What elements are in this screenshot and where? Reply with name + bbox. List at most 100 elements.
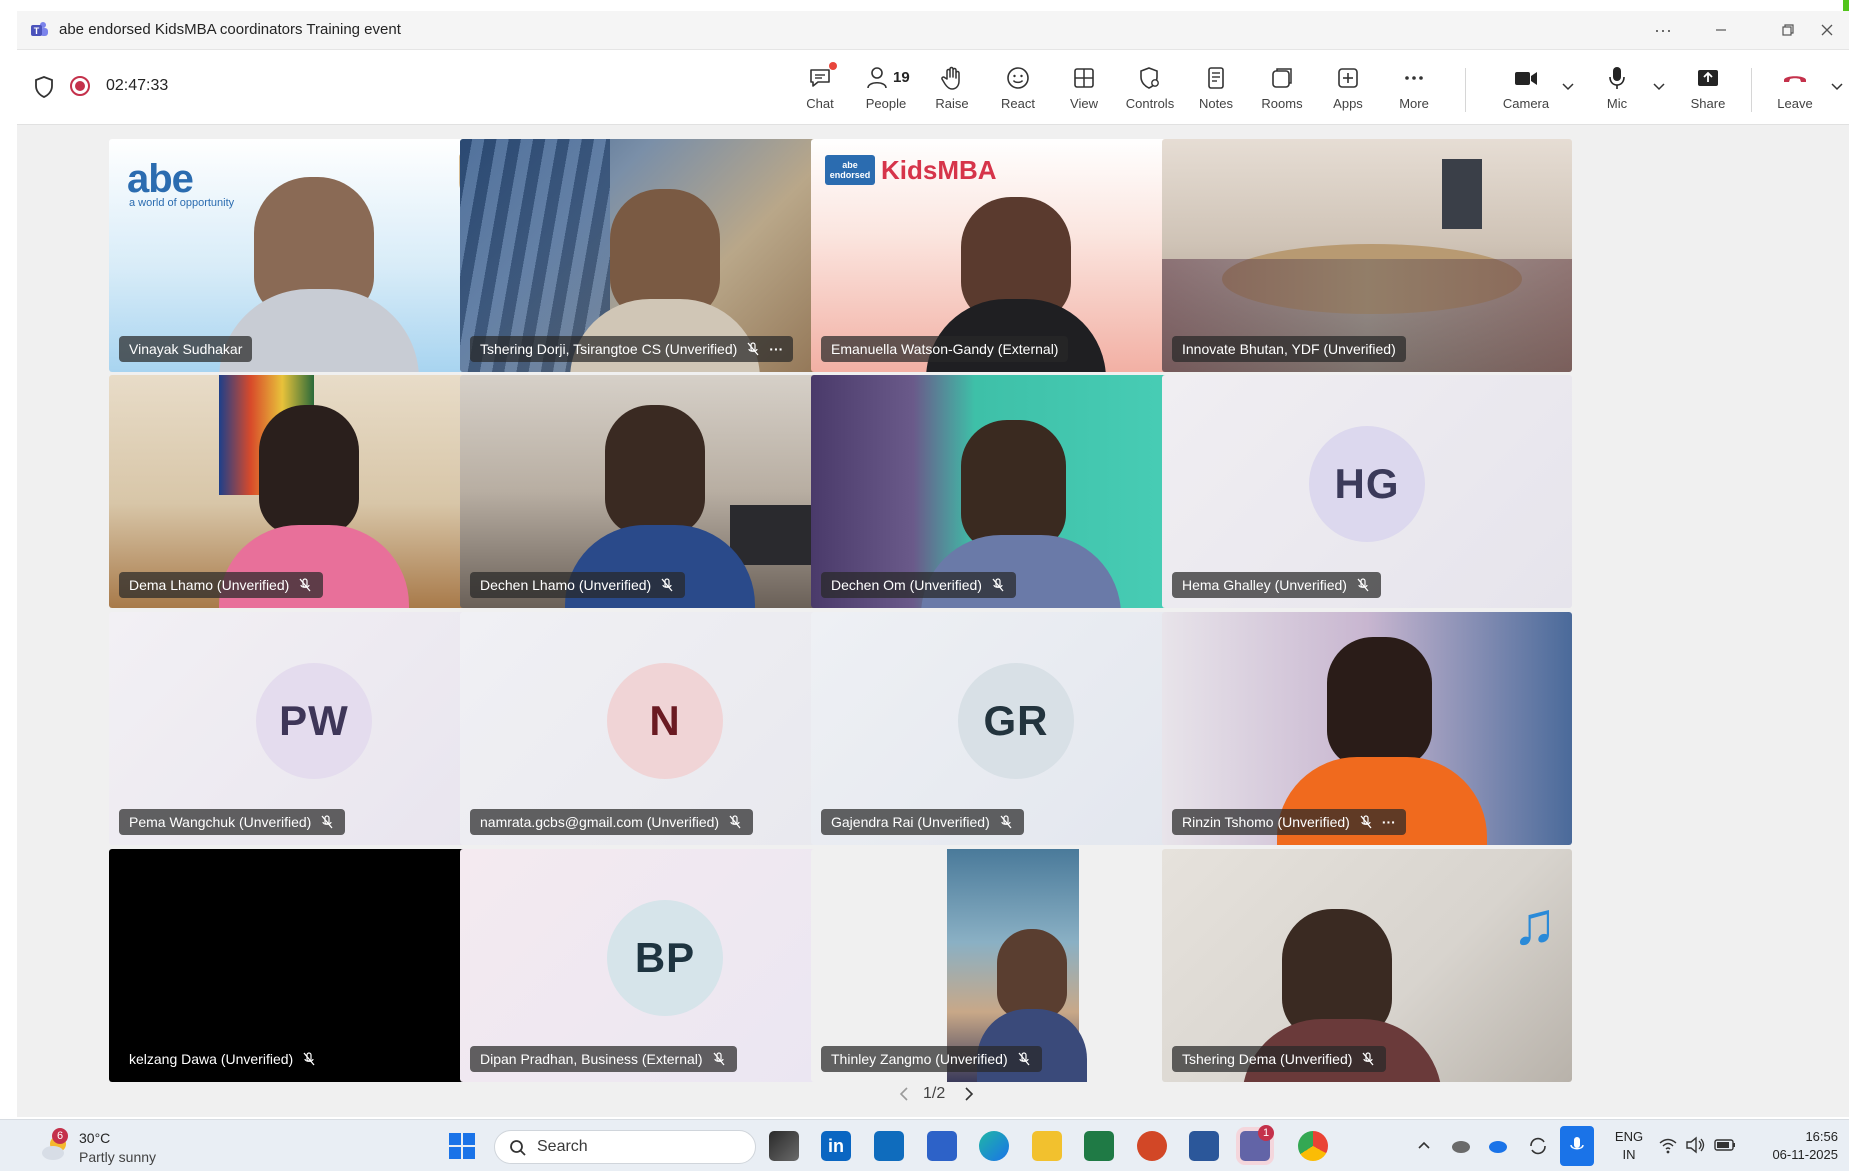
participant-tile[interactable]: Rinzin Tshomo (Unverified) ··· [1162, 612, 1572, 845]
edge-browser-icon[interactable] [979, 1131, 1009, 1161]
participant-tile[interactable]: Dechen Lhamo (Unverified) [460, 375, 870, 608]
onedrive-icon[interactable] [1487, 1136, 1509, 1154]
hand-icon [941, 66, 960, 90]
abe-tagline: a world of opportunity [129, 197, 235, 209]
close-button[interactable] [1805, 16, 1849, 44]
tile-more-icon[interactable]: ··· [1382, 814, 1396, 830]
participant-tile[interactable]: Innovate Bhutan, YDF (Unverified) [1162, 139, 1572, 372]
excel-icon[interactable] [1084, 1131, 1114, 1161]
chrome-browser-icon[interactable] [1298, 1131, 1328, 1161]
previous-page-chevron-icon[interactable] [897, 1086, 911, 1102]
mic-muted-icon [747, 342, 759, 356]
show-hidden-icons-chevron-icon[interactable] [1416, 1138, 1432, 1152]
outlook-icon[interactable] [874, 1131, 904, 1161]
share-button[interactable]: Share [1677, 60, 1739, 118]
toolbar-separator [1751, 68, 1752, 112]
cloud-icon[interactable] [1450, 1136, 1472, 1154]
participant-name-label: Tshering Dorji, Tsirangtoe CS (Unverifie… [470, 336, 794, 362]
restore-button[interactable] [1766, 16, 1810, 44]
sync-icon[interactable] [1527, 1135, 1549, 1157]
participant-tile[interactable]: abe endorsed KidsMBA Emanuella Watson-Ga… [811, 139, 1221, 372]
person-silhouette [961, 420, 1066, 550]
task-view-icon[interactable] [769, 1131, 799, 1161]
mic-muted-icon [713, 1052, 725, 1066]
tile-more-icon[interactable]: ··· [769, 341, 783, 357]
language-indicator-bottom[interactable]: IN [1610, 1147, 1648, 1162]
apps-button[interactable]: Apps [1317, 60, 1379, 118]
notes-button[interactable]: Notes [1185, 60, 1247, 118]
participant-tile[interactable]: HG Hema Ghalley (Unverified) [1162, 375, 1572, 608]
chat-button[interactable]: Chat [789, 60, 851, 118]
leave-options-chevron-icon[interactable] [1829, 78, 1845, 94]
mic-muted-icon [1360, 815, 1372, 829]
camera-icon [1515, 72, 1537, 85]
people-button[interactable]: 19 People [855, 60, 917, 118]
participant-tile[interactable]: GR Gajendra Rai (Unverified) [811, 612, 1221, 845]
teams-app-icon: T [31, 22, 48, 36]
participant-tile[interactable]: abe a world of opportunity Vinayak Sudha… [109, 139, 519, 372]
next-page-chevron-icon[interactable] [962, 1086, 976, 1102]
corner-indicator [1843, 0, 1849, 11]
video-gallery: abe a world of opportunity Vinayak Sudha… [17, 125, 1849, 1117]
wifi-icon[interactable] [1658, 1136, 1678, 1154]
raise-hand-button[interactable]: Raise [921, 60, 983, 118]
mic-icon [1570, 1137, 1584, 1150]
camera-button[interactable]: Camera [1495, 60, 1557, 118]
participant-tile[interactable]: Dema Lhamo (Unverified) [109, 375, 519, 608]
mic-button[interactable]: Mic [1586, 60, 1648, 118]
mic-muted-icon [321, 815, 333, 829]
teams-taskbar-icon[interactable]: 1 [1240, 1125, 1274, 1161]
powerpoint-icon[interactable] [1137, 1131, 1167, 1161]
controls-button[interactable]: Controls [1119, 60, 1181, 118]
windows-taskbar: 6 30°C Partly sunny Search in 1 ENG IN 1… [0, 1119, 1849, 1171]
mic-muted-icon [1000, 815, 1012, 829]
mic-muted-icon [661, 578, 673, 592]
shield-icon[interactable] [33, 75, 55, 99]
grid-view-icon [1074, 68, 1094, 88]
chat-notification-dot [829, 62, 837, 70]
clock-date[interactable]: 06-11-2025 [1758, 1147, 1838, 1162]
page-indicator: 1/2 [923, 1085, 946, 1102]
participant-tile[interactable]: Thinley Zangmo (Unverified) [811, 849, 1221, 1082]
computer-monitor [730, 505, 820, 565]
microphone-in-use-indicator[interactable] [1560, 1126, 1594, 1166]
weather-alert-badge: 6 [52, 1128, 68, 1144]
participant-tile[interactable]: BP Dipan Pradhan, Business (External) [460, 849, 870, 1082]
participant-name-label: Rinzin Tshomo (Unverified) ··· [1172, 809, 1406, 835]
more-button[interactable]: More [1383, 60, 1445, 118]
camera-options-chevron-icon[interactable] [1560, 78, 1576, 94]
volume-icon[interactable] [1685, 1136, 1707, 1154]
rooms-button[interactable]: Rooms [1251, 60, 1313, 118]
participant-tile[interactable]: PW Pema Wangchuk (Unverified) [109, 612, 519, 845]
battery-charging-icon[interactable] [1713, 1136, 1737, 1154]
title-more-icon[interactable]: ··· [1641, 16, 1685, 44]
react-button[interactable]: React [987, 60, 1049, 118]
leave-button[interactable]: Leave [1764, 60, 1826, 118]
word-icon[interactable] [1189, 1131, 1219, 1161]
mic-muted-icon [992, 578, 1004, 592]
participant-tile[interactable]: kelzang Dawa (Unverified) [109, 849, 519, 1082]
mic-options-chevron-icon[interactable] [1651, 78, 1667, 94]
participant-tile[interactable]: Tshering Dorji, Tsirangtoe CS (Unverifie… [460, 139, 870, 372]
music-note-decoration: ♫ [1512, 890, 1557, 957]
mic-muted-icon [1018, 1052, 1030, 1066]
linkedin-icon[interactable]: in [821, 1131, 851, 1161]
microsoft-store-icon[interactable] [927, 1131, 957, 1161]
meeting-timer: 02:47:33 [106, 77, 169, 94]
weather-temperature: 30°C [79, 1130, 111, 1146]
language-indicator-top[interactable]: ENG [1610, 1129, 1648, 1144]
mic-icon [1609, 67, 1625, 89]
clock-time[interactable]: 16:56 [1778, 1129, 1838, 1144]
participant-tile[interactable]: ♫ Tshering Dema (Unverified) [1162, 849, 1572, 1082]
minimize-button[interactable] [1699, 16, 1743, 44]
windows-start-icon[interactable] [448, 1132, 476, 1160]
participant-tile[interactable]: N namrata.gcbs@gmail.com (Unverified) [460, 612, 870, 845]
taskbar-search[interactable]: Search [494, 1130, 756, 1164]
participant-name-label: Dechen Lhamo (Unverified) [470, 572, 686, 598]
svg-text:T: T [34, 26, 40, 36]
file-explorer-icon[interactable] [1032, 1131, 1062, 1161]
view-button[interactable]: View [1053, 60, 1115, 118]
participant-tile[interactable]: Dechen Om (Unverified) [811, 375, 1221, 608]
participant-name-label: Gajendra Rai (Unverified) [821, 809, 1024, 835]
mic-muted-icon [1362, 1052, 1374, 1066]
